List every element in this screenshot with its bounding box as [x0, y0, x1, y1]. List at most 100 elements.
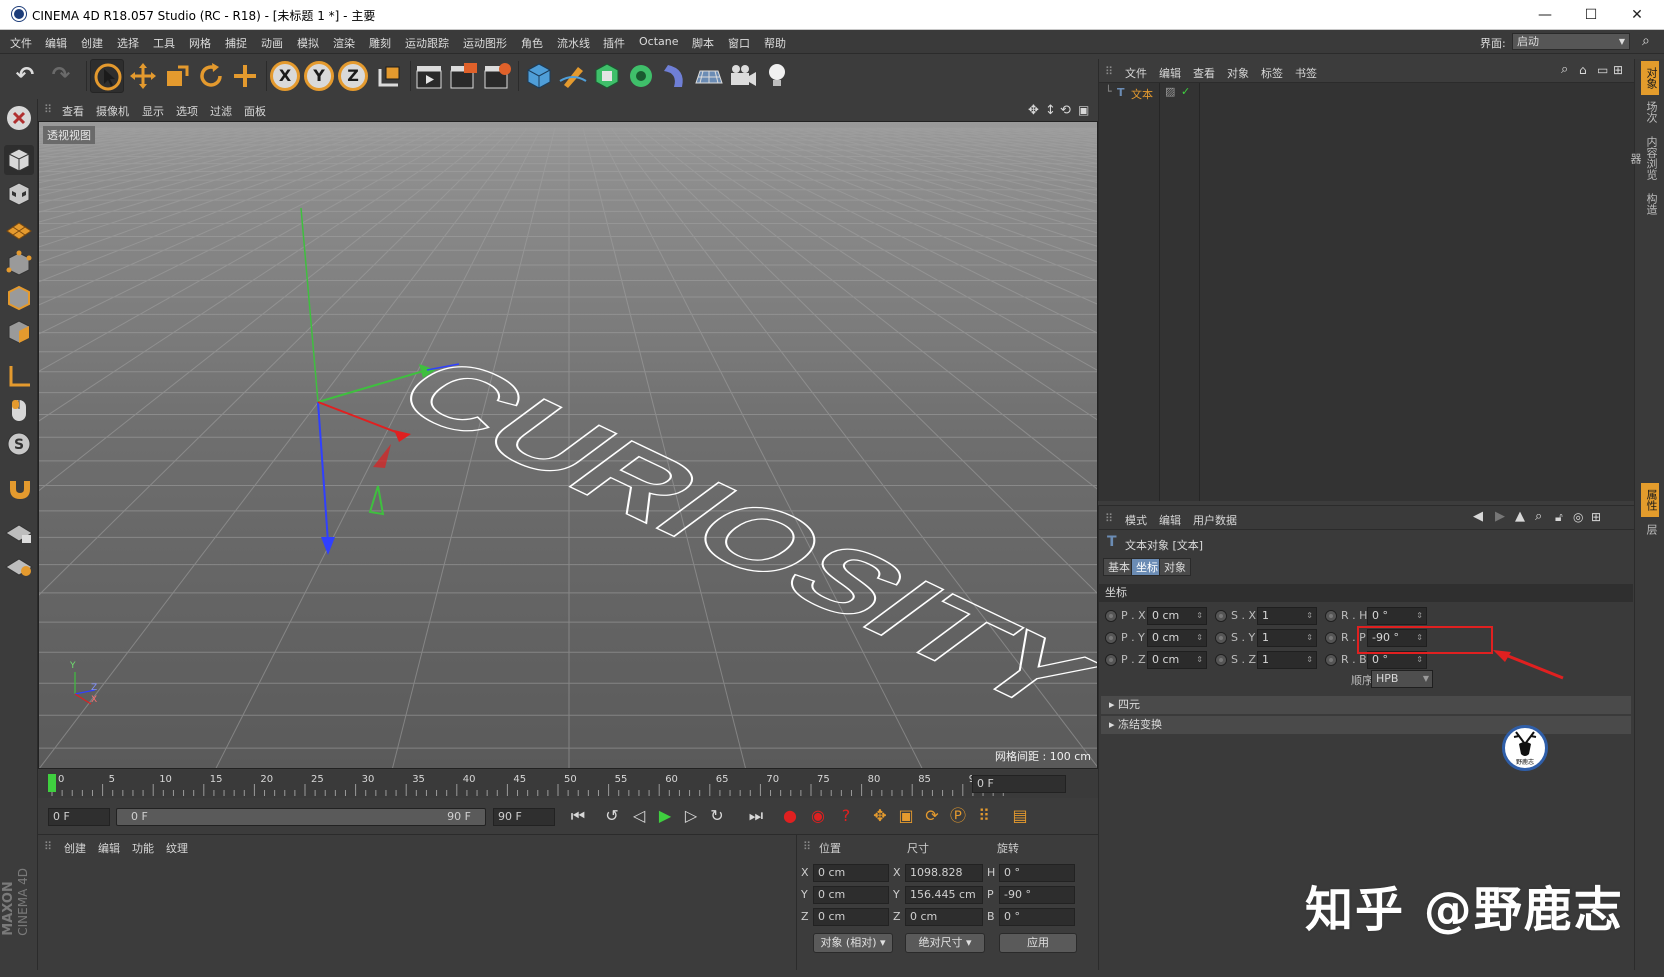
transform-tool-icon[interactable]: [228, 59, 262, 93]
tab-layers[interactable]: 层: [1641, 517, 1659, 541]
enabled-check-icon[interactable]: ✓: [1181, 85, 1190, 98]
tab-takes[interactable]: 场次: [1641, 95, 1659, 129]
p-x-anim-toggle[interactable]: [1105, 610, 1117, 622]
viewport-menu-display[interactable]: 显示: [142, 103, 164, 119]
spinner-icon[interactable]: ⇕: [1306, 652, 1313, 668]
objects-menu-objects[interactable]: 对象: [1227, 65, 1249, 81]
tab-attributes[interactable]: 属性: [1641, 483, 1659, 517]
attributes-menu-userdata[interactable]: 用户数据: [1193, 512, 1237, 528]
object-name[interactable]: 文本: [1131, 86, 1153, 102]
axis-mode-icon[interactable]: [4, 361, 34, 391]
model-mode-icon[interactable]: [4, 145, 34, 175]
floor-icon[interactable]: [692, 59, 726, 93]
current-frame-field[interactable]: 0 F: [972, 775, 1066, 793]
viewport-menu-filter[interactable]: 过滤: [210, 103, 232, 119]
text-object-outline[interactable]: CURIOSITY: [367, 340, 1098, 728]
make-editable-icon[interactable]: [4, 103, 34, 133]
previous-key-icon[interactable]: ↺: [600, 804, 624, 828]
menu-file[interactable]: 文件: [10, 35, 32, 51]
objects-menu-edit[interactable]: 编辑: [1159, 65, 1181, 81]
minus-icon[interactable]: ▭: [1597, 63, 1608, 77]
quaternion-group[interactable]: ▸ 四元: [1101, 696, 1631, 714]
material-menu-function[interactable]: 功能: [132, 840, 154, 856]
new-panel-icon[interactable]: ⊞: [1613, 63, 1623, 77]
menu-tools[interactable]: 工具: [153, 35, 175, 51]
menu-plugins[interactable]: 插件: [603, 35, 625, 51]
viewport-menu-camera[interactable]: 摄像机: [96, 103, 129, 119]
orbit-icon[interactable]: ⟲: [1060, 103, 1071, 118]
end-frame-field[interactable]: 90 F: [493, 808, 555, 826]
up-arrow-icon[interactable]: ▲: [1515, 509, 1525, 524]
menu-help[interactable]: 帮助: [764, 35, 786, 51]
coordinate-mode-select[interactable]: 对象 (相对) ▾: [813, 933, 893, 953]
target-icon[interactable]: ◎: [1573, 510, 1583, 524]
spinner-icon[interactable]: ⇕: [1306, 608, 1313, 624]
render-to-picture-viewer-icon[interactable]: [446, 59, 480, 93]
apply-button[interactable]: 应用: [999, 933, 1077, 953]
objects-menu-tags[interactable]: 标签: [1261, 65, 1283, 81]
pos-x-field[interactable]: 0 cm: [813, 864, 889, 882]
light-icon[interactable]: [760, 59, 794, 93]
material-menu-texture[interactable]: 纹理: [166, 840, 188, 856]
r-b-anim-toggle[interactable]: [1325, 654, 1337, 666]
x-axis-lock-button[interactable]: X: [270, 61, 300, 91]
deformer-icon[interactable]: [658, 59, 692, 93]
redo-icon[interactable]: ↷: [44, 59, 78, 93]
key-pla-icon[interactable]: ⠿: [972, 804, 996, 828]
menu-render[interactable]: 渲染: [333, 35, 355, 51]
p-z-anim-toggle[interactable]: [1105, 654, 1117, 666]
move-tool-icon[interactable]: [126, 59, 160, 93]
menu-window[interactable]: 窗口: [728, 35, 750, 51]
spinner-icon[interactable]: ⇕: [1416, 652, 1423, 668]
p-x-field[interactable]: 0 cm ⇕: [1147, 607, 1207, 625]
tab-objects[interactable]: 对象: [1641, 61, 1659, 95]
key-scale-icon[interactable]: ▣: [894, 804, 918, 828]
select-tool-icon[interactable]: [90, 59, 124, 93]
freeze-transform-group[interactable]: ▸ 冻结变换: [1101, 716, 1631, 734]
new-panel-icon[interactable]: ⊞: [1591, 510, 1601, 524]
menu-character[interactable]: 角色: [521, 35, 543, 51]
layout-select[interactable]: 启动 ▼: [1512, 33, 1630, 50]
p-z-field[interactable]: 0 cm ⇕: [1147, 651, 1207, 669]
timeline-window-icon[interactable]: ▤: [1008, 804, 1032, 828]
material-menu-create[interactable]: 创建: [64, 840, 86, 856]
viewport-menu-panel[interactable]: 面板: [244, 103, 266, 119]
pos-y-field[interactable]: 0 cm: [813, 886, 889, 904]
menu-mesh[interactable]: 网格: [189, 35, 211, 51]
snap-magnet-icon[interactable]: [4, 473, 34, 503]
rotate-tool-icon[interactable]: [194, 59, 228, 93]
next-frame-icon[interactable]: ▷: [679, 804, 703, 828]
tab-object[interactable]: 对象: [1159, 558, 1191, 576]
solo-mode-icon[interactable]: S: [4, 429, 34, 459]
generator-icon[interactable]: [590, 59, 624, 93]
search-icon[interactable]: ⌕: [1561, 62, 1568, 77]
s-z-field[interactable]: 1 ⇕: [1257, 651, 1317, 669]
rot-p-field[interactable]: -90 °: [999, 886, 1075, 904]
cube-primitive-icon[interactable]: [522, 59, 556, 93]
key-position-icon[interactable]: ✥: [868, 804, 892, 828]
rot-h-field[interactable]: 0 °: [999, 864, 1075, 882]
r-h-field[interactable]: 0 ° ⇕: [1367, 607, 1427, 625]
edges-mode-icon[interactable]: [4, 283, 34, 313]
coordinate-system-icon[interactable]: [372, 59, 406, 93]
menu-motion-tracking[interactable]: 运动跟踪: [405, 35, 449, 51]
size-z-field[interactable]: 0 cm: [905, 908, 983, 926]
objects-menu-file[interactable]: 文件: [1125, 65, 1147, 81]
menu-edit[interactable]: 编辑: [45, 35, 67, 51]
menu-create[interactable]: 创建: [81, 35, 103, 51]
size-y-field[interactable]: 156.445 cm: [905, 886, 983, 904]
play-icon[interactable]: ▶: [653, 804, 677, 828]
rotation-handle-green[interactable]: [368, 485, 385, 516]
menu-simulate[interactable]: 模拟: [297, 35, 319, 51]
r-h-anim-toggle[interactable]: [1325, 610, 1337, 622]
menu-select[interactable]: 选择: [117, 35, 139, 51]
visibility-dots-icon[interactable]: ▨: [1165, 85, 1175, 98]
search-icon[interactable]: ⌕: [1642, 33, 1650, 49]
tab-content-browser[interactable]: 内容浏览器: [1629, 129, 1659, 187]
undo-icon[interactable]: ↶: [8, 59, 42, 93]
rotation-order-select[interactable]: HPB ▼: [1371, 670, 1433, 688]
pan-icon[interactable]: ✥: [1028, 103, 1039, 118]
start-frame-field[interactable]: 0 F: [48, 808, 110, 826]
spinner-icon[interactable]: ⇕: [1196, 608, 1203, 624]
keyframe-selection-icon[interactable]: ?: [834, 804, 858, 828]
